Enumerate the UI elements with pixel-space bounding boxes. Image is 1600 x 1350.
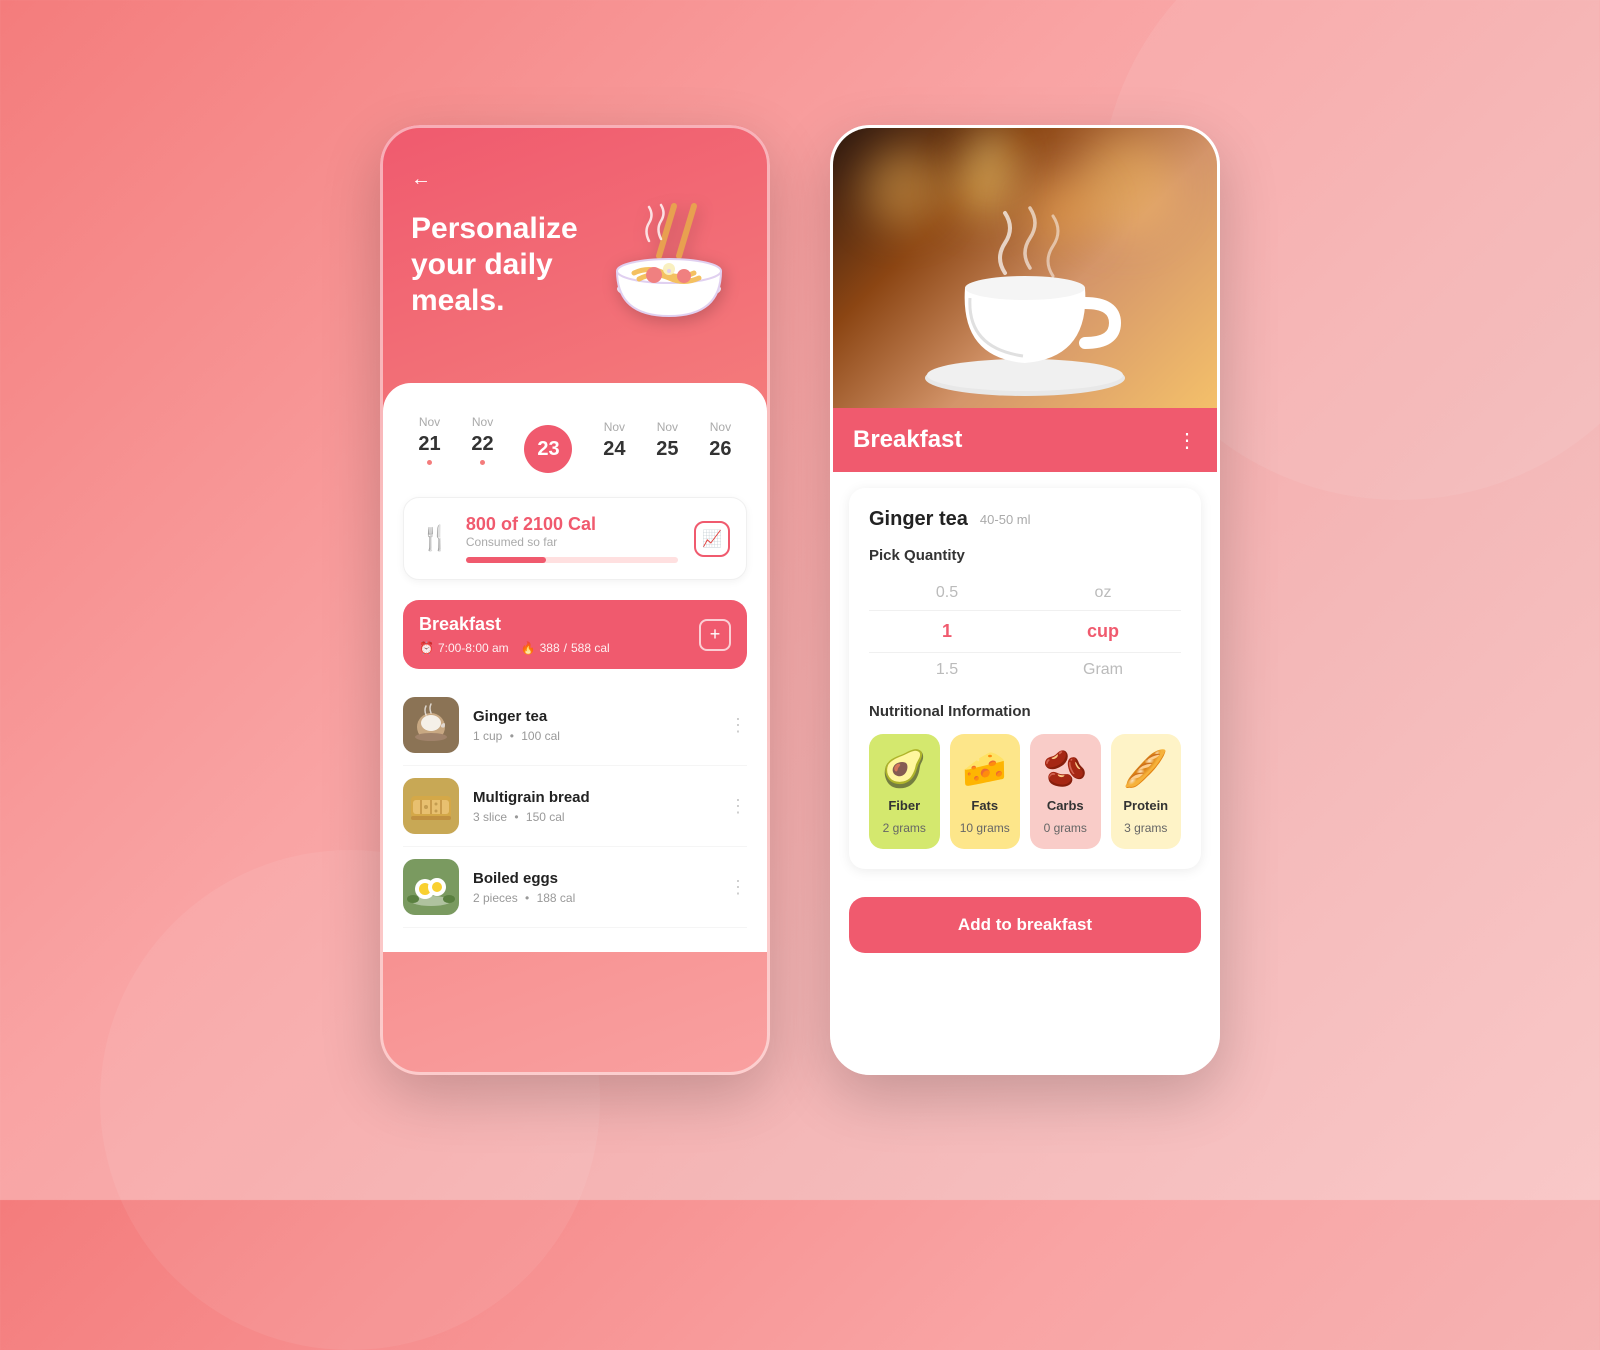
food-info-multigrain-bread: Multigrain bread 3 slice • 150 cal [473,789,715,824]
carbs-icon: 🫘 [1043,748,1088,790]
date-item-nov25[interactable]: Nov 25 [656,420,678,461]
calories-total: 2100 [523,514,563,534]
breakfast-title: Breakfast [419,614,610,635]
nutrition-card-carbs: 🫘 Carbs 0 grams [1030,734,1101,849]
calorie-bar-bg [466,557,678,563]
carbs-amount: 0 grams [1044,821,1087,835]
calorie-tracker: 🍴 800 of 2100 Cal Consumed so far 📈 [403,497,747,580]
food-list: Ginger tea 1 cup • 100 cal ⋮ [403,685,747,928]
date-dot [427,460,432,465]
fiber-icon: 🥑 [882,748,927,790]
fats-amount: 10 grams [960,821,1010,835]
protein-name: Protein [1123,798,1168,813]
calorie-bar-fill [466,557,547,563]
calorie-info: 800 of 2100 Cal Consumed so far [466,514,678,563]
food-image-ginger-tea [403,697,459,753]
header-title: Personalize your daily meals. [411,211,599,319]
nutrition-label: Nutritional Information [869,703,1181,720]
breakfast-header: Breakfast ⏰ 7:00-8:00 am 🔥 388 / 588 cal [403,600,747,669]
qty-row-1[interactable]: 1 cup [869,611,1181,652]
more-options-icon[interactable]: ⋮ [729,796,747,817]
calorie-numbers: 800 of 2100 Cal [466,514,678,535]
fiber-amount: 2 grams [883,821,926,835]
nutrition-card-fats: 🧀 Fats 10 grams [950,734,1021,849]
food-item-multigrain-bread[interactable]: Multigrain bread 3 slice • 150 cal ⋮ [403,766,747,847]
breakfast-calories: 🔥 388 / 588 cal [521,641,610,655]
food-name: Boiled eggs [473,870,715,887]
back-arrow[interactable]: ← [411,168,739,191]
bowl-icon [599,201,739,353]
date-picker[interactable]: Nov 21 Nov 22 Nov 23 Nov 24 [403,407,747,473]
food-image-multigrain-bread [403,778,459,834]
breakfast-meta: ⏰ 7:00-8:00 am 🔥 388 / 588 cal [419,641,610,655]
more-options-button[interactable]: ⋮ [1177,428,1197,453]
item-subtitle: 40-50 ml [980,512,1031,527]
food-info-boiled-eggs: Boiled eggs 2 pieces • 188 cal [473,870,715,905]
tea-cup-svg [875,168,1175,408]
chart-icon[interactable]: 📈 [694,521,730,557]
nutrition-grid: 🥑 Fiber 2 grams 🧀 Fats 10 grams 🫘 Carbs … [869,734,1181,849]
right-section-header: Breakfast ⋮ [833,408,1217,472]
food-info-ginger-tea: Ginger tea 1 cup • 100 cal [473,708,715,743]
detail-card: Ginger tea 40-50 ml Pick Quantity 0.5 oz… [849,488,1201,869]
left-header: ← Personalize your daily meals. [383,128,767,373]
nutrition-card-fiber: 🥑 Fiber 2 grams [869,734,940,849]
qty-row-0-5[interactable]: 0.5 oz [869,576,1181,610]
food-name: Ginger tea [473,708,715,725]
date-item-nov26[interactable]: Nov 26 [709,420,731,461]
more-options-icon[interactable]: ⋮ [729,715,747,736]
food-meta: 3 slice • 150 cal [473,810,715,824]
item-title-row: Ginger tea 40-50 ml [869,508,1181,531]
add-to-breakfast-button[interactable]: Add to breakfast [849,897,1201,953]
food-name: Multigrain bread [473,789,715,806]
calories-consumed: 800 [466,514,496,534]
carbs-name: Carbs [1047,798,1084,813]
white-card: Nov 21 Nov 22 Nov 23 Nov 24 [383,383,767,952]
date-item-nov23[interactable]: Nov 23 [524,407,572,473]
calories-unit: Cal [568,514,596,534]
fats-name: Fats [971,798,998,813]
food-meta: 1 cup • 100 cal [473,729,715,743]
food-item-ginger-tea[interactable]: Ginger tea 1 cup • 100 cal ⋮ [403,685,747,766]
tea-image-area [833,128,1217,408]
more-options-icon[interactable]: ⋮ [729,877,747,898]
fork-knife-icon: 🍴 [420,524,450,553]
quantity-label: Pick Quantity [869,547,1181,564]
calorie-label: Consumed so far [466,535,678,549]
food-image-boiled-eggs [403,859,459,915]
right-phone: Breakfast ⋮ Ginger tea 40-50 ml Pick Qua… [830,125,1220,1075]
left-phone: ← Personalize your daily meals. [380,125,770,1075]
date-item-nov21[interactable]: Nov 21 [418,415,440,465]
nutrition-card-protein: 🥖 Protein 3 grams [1111,734,1182,849]
breakfast-info: Breakfast ⏰ 7:00-8:00 am 🔥 388 / 588 cal [419,614,610,655]
date-item-nov22[interactable]: Nov 22 [471,415,493,465]
quantity-picker[interactable]: 0.5 oz 1 cup 1.5 Gram [869,576,1181,687]
date-item-nov24[interactable]: Nov 24 [603,420,625,461]
protein-amount: 3 grams [1124,821,1167,835]
item-main-title: Ginger tea [869,508,968,531]
protein-icon: 🥖 [1123,748,1168,790]
breakfast-time: ⏰ 7:00-8:00 am [419,641,509,655]
fats-icon: 🧀 [962,748,1007,790]
date-dot [480,460,485,465]
food-item-boiled-eggs[interactable]: Boiled eggs 2 pieces • 188 cal ⋮ [403,847,747,928]
qty-row-1-5[interactable]: 1.5 Gram [869,653,1181,687]
fiber-name: Fiber [888,798,920,813]
section-title: Breakfast [853,426,962,454]
food-meta: 2 pieces • 188 cal [473,891,715,905]
add-breakfast-button[interactable]: + [699,619,731,651]
